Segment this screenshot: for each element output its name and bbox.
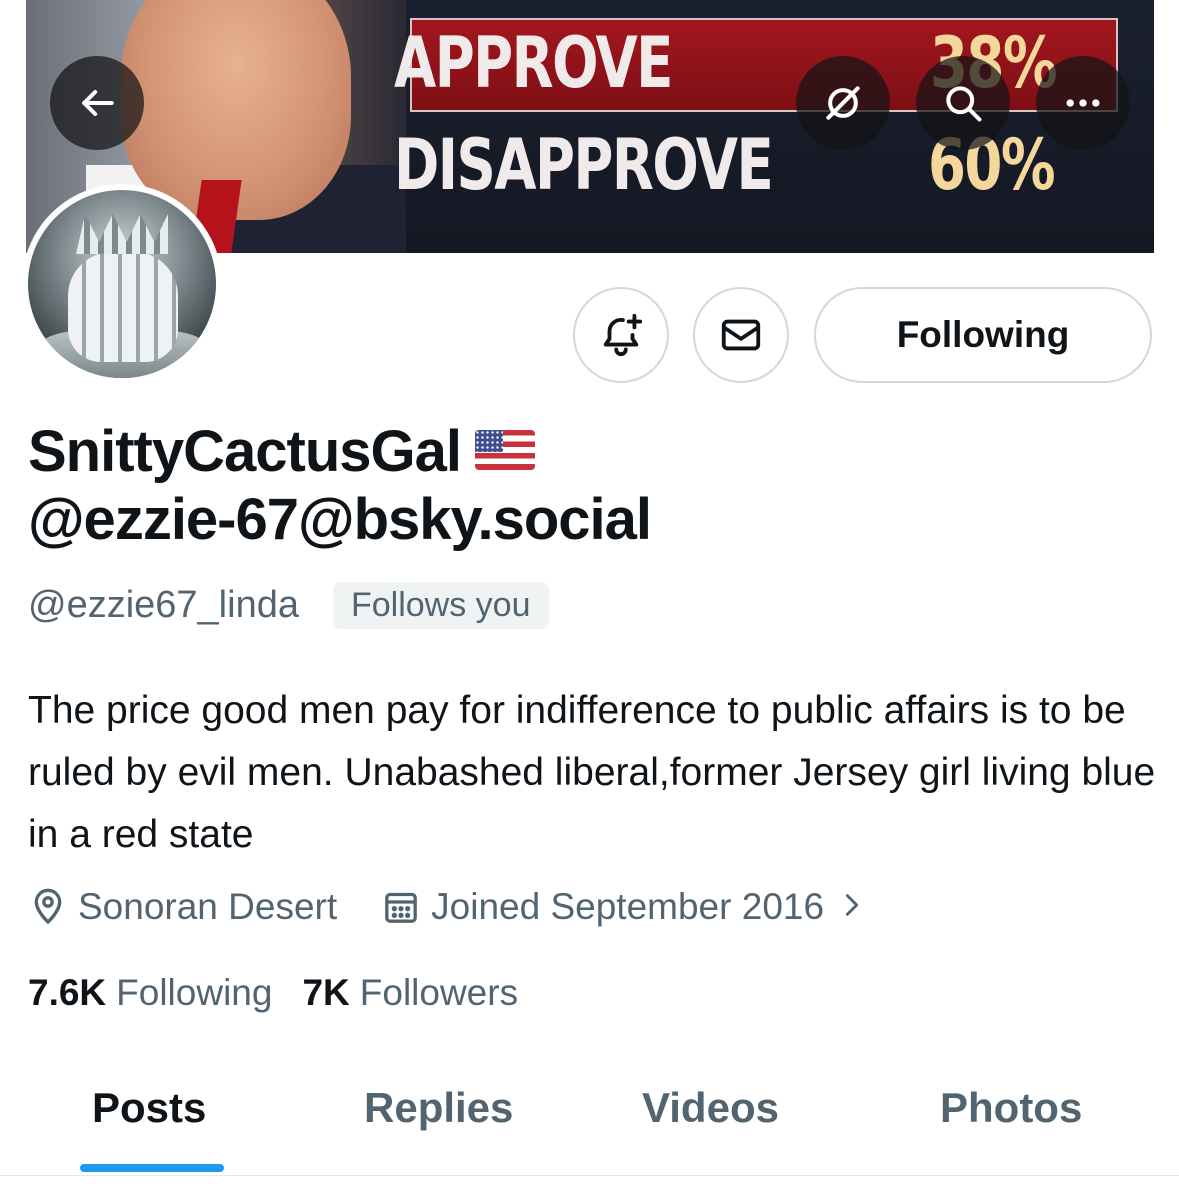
followers-count: 7K: [302, 972, 350, 1013]
grok-icon: [826, 86, 860, 120]
profile-bio: The price good men pay for indifference …: [28, 689, 1156, 856]
avatar[interactable]: [22, 184, 222, 384]
arrow-left-icon: [82, 89, 114, 117]
tab-photos[interactable]: Photos: [940, 1084, 1082, 1132]
user-handle: @ezzie67_linda: [28, 584, 299, 626]
display-name-line1: SnittyCactusGal: [28, 419, 462, 484]
display-name-line2: @ezzie-67@bsky.social: [28, 487, 652, 552]
active-tab-indicator: [80, 1164, 224, 1172]
profile-tabs: Posts Replies Videos Photos: [0, 1070, 1179, 1176]
location: Sonoran Desert: [28, 886, 337, 928]
location-pin-icon: [34, 888, 62, 925]
poll-approve-label: APPROVE: [394, 22, 673, 104]
bell-plus-icon: [603, 313, 643, 357]
location-text: Sonoran Desert: [78, 886, 338, 927]
following-button[interactable]: Following: [814, 287, 1152, 383]
following-count: 7.6K: [28, 972, 107, 1013]
envelope-icon: [721, 319, 761, 351]
following-stat[interactable]: 7.6K Following: [28, 972, 272, 1014]
tab-replies[interactable]: Replies: [364, 1084, 513, 1132]
search-icon: [946, 86, 982, 122]
more-button[interactable]: [1036, 56, 1130, 150]
avatar-figure-crown: [76, 214, 168, 254]
joined-date[interactable]: Joined September 2016: [381, 886, 876, 928]
joined-text: Joined September 2016: [431, 886, 825, 927]
tab-videos[interactable]: Videos: [642, 1084, 779, 1132]
avatar-image: [28, 190, 216, 378]
notify-button[interactable]: [573, 287, 669, 383]
more-icon: [1066, 99, 1100, 107]
us-flag-icon: [475, 429, 535, 470]
display-name: SnittyCactusGal @ezzie-67@bsky.social: [28, 418, 1158, 554]
following-label: Following: [116, 972, 273, 1013]
followers-stat[interactable]: 7K Followers: [302, 972, 518, 1014]
calendar-icon: [385, 892, 417, 923]
follows-you-badge: Follows you: [332, 582, 549, 629]
followers-label: Followers: [359, 972, 519, 1013]
back-button[interactable]: [50, 56, 144, 150]
message-button[interactable]: [693, 287, 789, 383]
chevron-right-icon: [838, 886, 876, 928]
avatar-figure-hands: [68, 252, 178, 362]
follow-stats: 7.6K Following 7K Followers: [28, 972, 518, 1014]
poll-disapprove-label: DISAPPROVE: [394, 124, 774, 206]
tab-posts[interactable]: Posts: [92, 1084, 206, 1132]
search-button[interactable]: [916, 56, 1010, 150]
profile-meta: Sonoran Desert Joined September 2016: [28, 886, 876, 928]
handle-row: @ezzie67_linda Follows you: [28, 582, 549, 629]
grok-button[interactable]: [796, 56, 890, 150]
